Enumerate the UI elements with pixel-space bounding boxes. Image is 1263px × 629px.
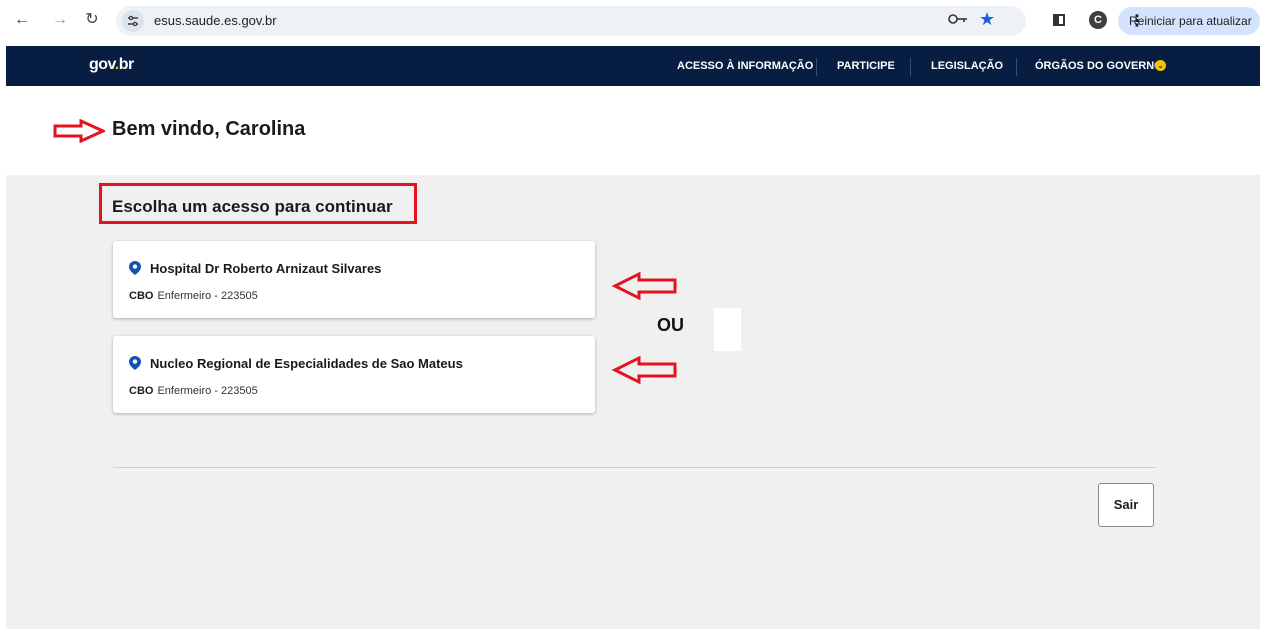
- exit-button[interactable]: Sair: [1098, 483, 1154, 527]
- chevron-down-icon[interactable]: ⌄: [1155, 60, 1166, 71]
- red-arrow-left-icon: [611, 355, 677, 385]
- menu-dots-icon[interactable]: ⋮: [1129, 11, 1254, 31]
- cbo-line: CBO Enfermeiro - 223505: [129, 290, 258, 302]
- unit-name: Hospital Dr Roberto Arnizaut Silvares: [150, 261, 382, 276]
- page-title: Bem vindo, Carolina: [112, 118, 306, 140]
- back-arrow-icon[interactable]: ←: [12, 10, 32, 30]
- site-settings-icon[interactable]: [122, 10, 144, 32]
- bookmark-star-icon[interactable]: ★: [979, 9, 995, 29]
- gov-divider: [816, 58, 817, 76]
- govbr-logo[interactable]: gov.br: [89, 56, 134, 74]
- access-selection-area: Escolha um acesso para continuar Hospita…: [6, 175, 1260, 629]
- or-label: OU: [657, 315, 684, 335]
- gov-header: gov.br ACESSO À INFORMAÇÃO PARTICIPE LEG…: [6, 46, 1260, 86]
- reload-icon[interactable]: ↻: [82, 10, 102, 30]
- forward-arrow-icon[interactable]: →: [50, 10, 70, 30]
- update-button[interactable]: Reiniciar para atualizar ⋮: [1118, 7, 1260, 35]
- red-arrow-left-icon: [611, 271, 677, 301]
- red-arrow-right-icon: [53, 119, 105, 143]
- address-bar[interactable]: esus.saude.es.gov.br: [116, 6, 1026, 36]
- cbo-label: CBO: [129, 385, 154, 397]
- location-pin-icon: [129, 356, 141, 370]
- side-panel-icon[interactable]: [1053, 14, 1065, 26]
- gov-link-orgaos[interactable]: ÓRGÃOS DO GOVERNO: [1035, 60, 1163, 72]
- profile-avatar[interactable]: C: [1089, 11, 1107, 29]
- divider: [113, 467, 1155, 468]
- welcome-section: Bem vindo, Carolina: [6, 86, 1260, 175]
- gov-link-legislacao[interactable]: LEGISLAÇÃO: [931, 60, 1003, 72]
- cbo-value: Enfermeiro - 223505: [157, 385, 258, 397]
- password-key-icon[interactable]: [948, 13, 968, 25]
- url-text: esus.saude.es.gov.br: [154, 13, 277, 28]
- access-card[interactable]: Nucleo Regional de Especialidades de Sao…: [113, 336, 595, 413]
- gov-divider: [910, 58, 911, 76]
- location-pin-icon: [129, 261, 141, 275]
- cbo-line: CBO Enfermeiro - 223505: [129, 385, 258, 397]
- section-heading: Escolha um acesso para continuar: [112, 197, 393, 216]
- cbo-label: CBO: [129, 290, 154, 302]
- gov-divider: [1016, 58, 1017, 76]
- unit-name: Nucleo Regional de Especialidades de Sao…: [150, 356, 463, 371]
- gov-link-participe[interactable]: PARTICIPE: [837, 60, 895, 72]
- blank-patch: [714, 308, 741, 351]
- cbo-value: Enfermeiro - 223505: [157, 290, 258, 302]
- browser-toolbar: ← → ↻ esus.saude.es.gov.br ★ C Reiniciar…: [0, 0, 1263, 46]
- access-card[interactable]: Hospital Dr Roberto Arnizaut Silvares CB…: [113, 241, 595, 318]
- gov-link-acesso[interactable]: ACESSO À INFORMAÇÃO: [677, 60, 813, 72]
